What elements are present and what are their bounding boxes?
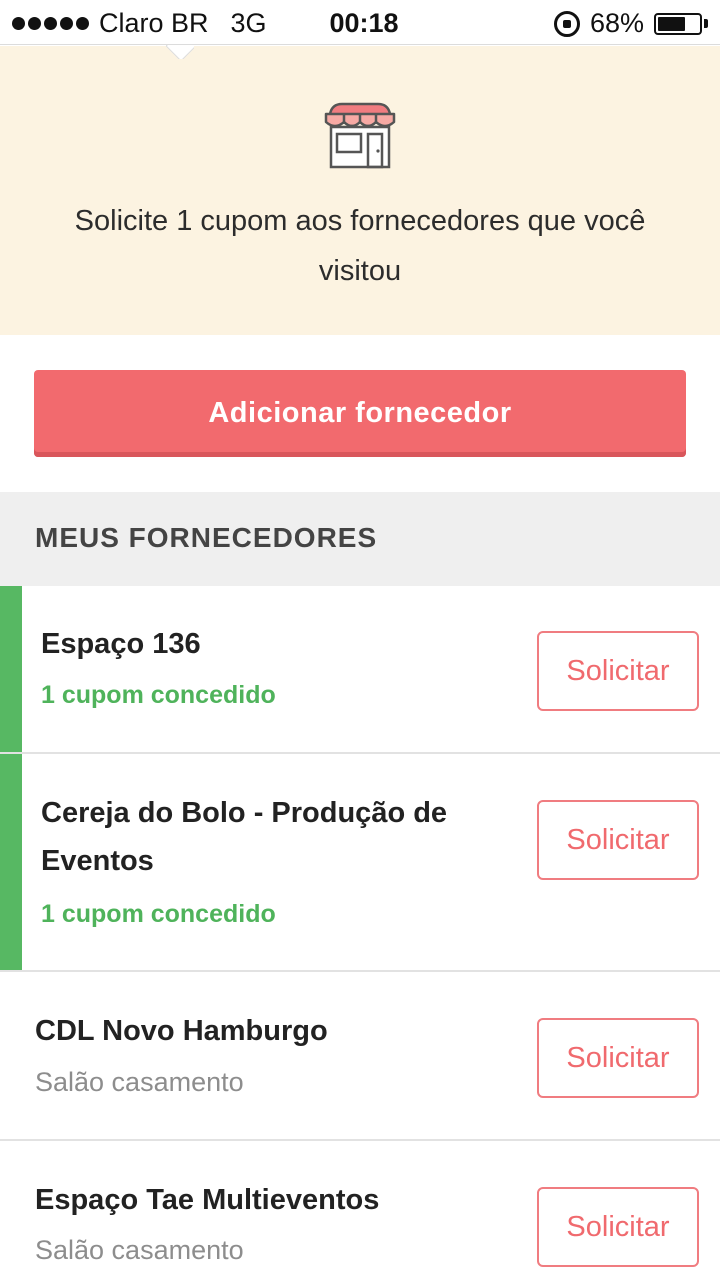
coupon-banner: Solicite 1 cupom aos fornecedores que vo… [0,46,720,335]
supplier-row[interactable]: Espaço 136 1 cupom concedido Solicitar [0,586,720,754]
status-right: 68% [553,8,708,39]
battery-percent: 68% [589,8,644,38]
supplier-status: 1 cupom concedido [41,900,276,928]
supplier-status: 1 cupom concedido [41,681,276,709]
supplier-category: Salão casamento [35,1067,244,1097]
battery-icon [654,12,708,35]
supplier-name: Cereja do Bolo - Produção de Eventos [41,797,448,877]
banner-pointer [166,45,194,59]
request-coupon-button[interactable]: Solicitar [537,1187,699,1267]
supplier-name: Espaço Tae Multieventos [35,1184,380,1216]
supplier-row[interactable]: Cereja do Bolo - Produção de Eventos 1 c… [0,754,720,972]
request-coupon-button[interactable]: Solicitar [537,1018,699,1098]
screen: Claro BR 3G 00:18 68% Solicite 1 cupom a… [0,0,720,1277]
supplier-name: Espaço 136 [41,628,201,660]
rotation-lock-icon [553,10,580,37]
section-header: MEUS FORNECEDORES [0,492,720,586]
supplier-name: CDL Novo Hamburgo [35,1015,328,1047]
request-coupon-button[interactable]: Solicitar [537,800,699,880]
supplier-category: Salão casamento [35,1235,244,1265]
granted-indicator [0,754,22,970]
status-bar: Claro BR 3G 00:18 68% [0,0,720,45]
supplier-row[interactable]: Espaço Tae Multieventos Salão casamento … [0,1141,720,1277]
request-coupon-button[interactable]: Solicitar [537,631,699,711]
store-icon [324,102,396,169]
supplier-row[interactable]: CDL Novo Hamburgo Salão casamento Solici… [0,972,720,1141]
add-supplier-button[interactable]: Adicionar fornecedor [34,370,686,457]
banner-message: Solicite 1 cupom aos fornecedores que vo… [74,205,646,287]
granted-indicator [0,586,22,752]
section-title: MEUS FORNECEDORES [35,522,378,553]
